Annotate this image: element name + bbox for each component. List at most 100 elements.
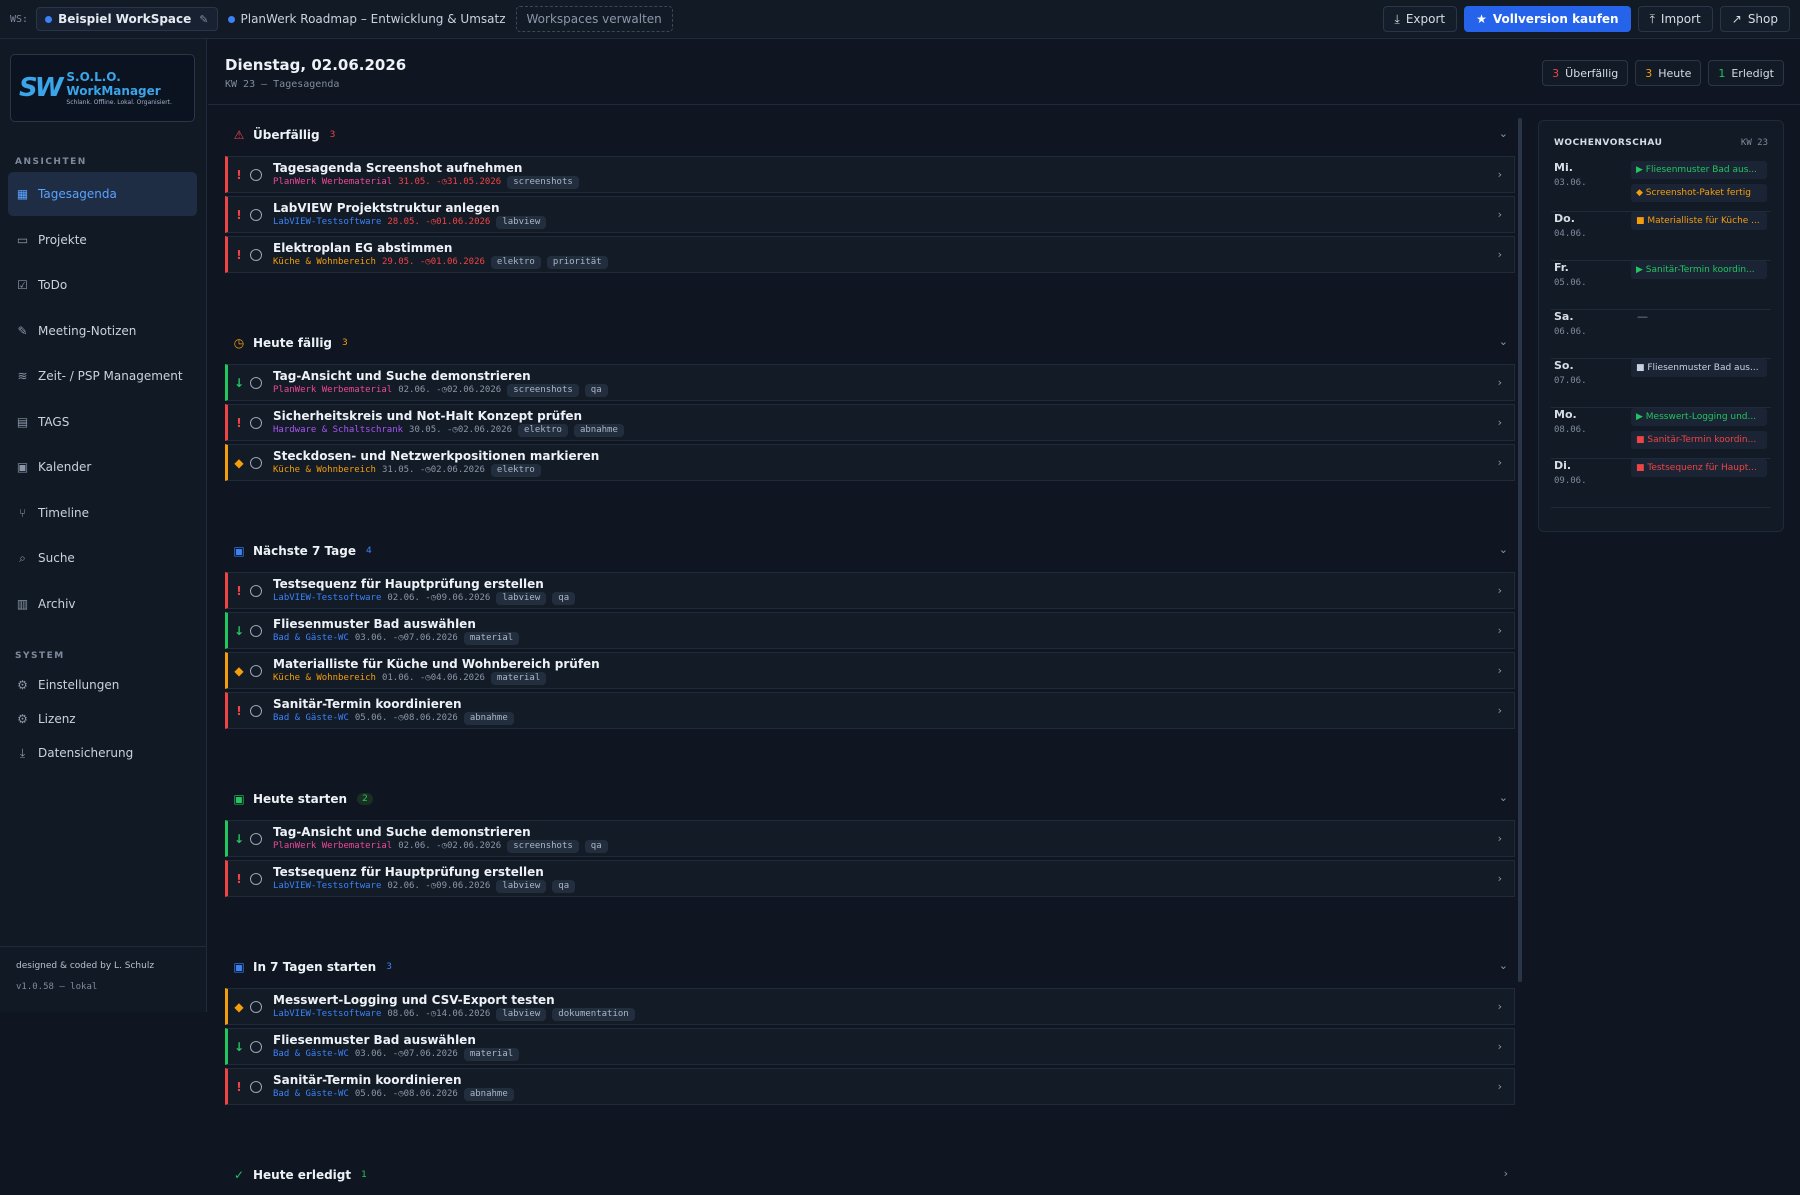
section-header[interactable]: ✓ Heute erledigt 1 › xyxy=(224,1155,1516,1195)
section-header[interactable]: ▣ In 7 Tagen starten 3 ⌄ xyxy=(224,947,1516,987)
task-project[interactable]: Bad & Gäste-WC xyxy=(273,632,349,644)
sidebar-item-meeting-notizen[interactable]: ✎ Meeting-Notizen xyxy=(8,309,197,353)
export-button[interactable]: ⤓ Export xyxy=(1382,6,1458,32)
workspace-project[interactable]: PlanWerk Roadmap – Entwicklung & Umsatz xyxy=(227,12,506,26)
task-row[interactable]: ! Sicherheitskreis und Not-Halt Konzept p… xyxy=(225,404,1515,441)
task-project[interactable]: LabVIEW-Testsoftware xyxy=(273,1008,381,1020)
week-event[interactable]: ◆ Screenshot-Paket fertig xyxy=(1631,184,1767,202)
chevron-right-icon[interactable]: › xyxy=(1498,1040,1502,1053)
task-project[interactable]: Küche & Wohnbereich xyxy=(273,256,376,268)
import-button[interactable]: ⤒ Import xyxy=(1637,6,1713,32)
task-project[interactable]: Küche & Wohnbereich xyxy=(273,672,376,684)
task-project[interactable]: Küche & Wohnbereich xyxy=(273,464,376,476)
task-tag[interactable]: material xyxy=(490,671,547,685)
task-tag[interactable]: elektro xyxy=(490,463,541,477)
task-tag[interactable]: labview xyxy=(496,879,547,893)
manage-workspaces-button[interactable]: Workspaces verwalten xyxy=(515,6,673,32)
task-project[interactable]: LabVIEW-Testsoftware xyxy=(273,592,381,604)
task-row[interactable]: ◆ Steckdosen- und Netzwerkpositionen mark… xyxy=(225,444,1515,481)
sidebar-item-tagesagenda[interactable]: ▦ Tagesagenda xyxy=(8,172,197,216)
week-event[interactable]: ▶ Messwert-Logging und... xyxy=(1631,408,1767,426)
chevron-right-icon[interactable]: › xyxy=(1498,208,1502,221)
week-day[interactable]: Fr. 05.06. ▶ Sanitär-Termin koordin... xyxy=(1551,261,1771,310)
task-checkbox[interactable] xyxy=(250,704,262,717)
task-checkbox[interactable] xyxy=(250,168,262,181)
sidebar-item-timeline[interactable]: ⑂ Timeline xyxy=(8,491,197,535)
task-row[interactable]: ◆ Materialliste für Küche und Wohnbereich… xyxy=(225,652,1515,689)
week-event[interactable]: ■ Fliesenmuster Bad aus... xyxy=(1631,359,1767,377)
task-checkbox[interactable] xyxy=(250,376,262,389)
sidebar-item-projekte[interactable]: ▭ Projekte xyxy=(8,218,197,262)
sidebar-item-archiv[interactable]: ▥ Archiv xyxy=(8,582,197,626)
stat-berfllig[interactable]: 3 Überfällig xyxy=(1542,60,1629,86)
week-event[interactable]: ■ Materialliste für Küche ... xyxy=(1631,212,1767,230)
chevron-down-icon[interactable]: ⌄ xyxy=(1499,959,1508,972)
section-header[interactable]: ▣ Nächste 7 Tage 4 ⌄ xyxy=(224,531,1516,571)
task-checkbox[interactable] xyxy=(250,1000,262,1013)
task-tag[interactable]: qa xyxy=(584,383,608,397)
week-event[interactable]: ■ Sanitär-Termin koordin... xyxy=(1631,431,1767,449)
task-checkbox[interactable] xyxy=(250,456,262,469)
buy-full-version-button[interactable]: ★ Vollversion kaufen xyxy=(1464,6,1631,32)
task-row[interactable]: ! Sanitär-Termin koordinieren Bad & Gäste-… xyxy=(225,692,1515,729)
task-checkbox[interactable] xyxy=(250,872,262,885)
shop-button[interactable]: ↗ Shop xyxy=(1719,6,1790,32)
task-tag[interactable]: abnahme xyxy=(463,1087,514,1101)
task-row[interactable]: ↓ Tag-Ansicht und Suche demonstrieren Plan… xyxy=(225,820,1515,857)
section-header[interactable]: ⚠ Überfällig 3 ⌄ xyxy=(224,115,1516,155)
chevron-right-icon[interactable]: › xyxy=(1498,168,1502,181)
chevron-right-icon[interactable]: › xyxy=(1498,584,1502,597)
task-row[interactable]: ◆ Messwert-Logging und CSV-Export testen L… xyxy=(225,988,1515,1025)
task-project[interactable]: Bad & Gäste-WC xyxy=(273,712,349,724)
task-row[interactable]: ↓ Fliesenmuster Bad auswählen Bad & Gäste-… xyxy=(225,1028,1515,1065)
week-day[interactable]: Di. 09.06. ■ Testsequenz für Haupt... xyxy=(1551,459,1771,508)
chevron-down-icon[interactable]: ⌄ xyxy=(1499,543,1508,556)
sidebar-item-todo[interactable]: ☑ ToDo xyxy=(8,263,197,307)
chevron-right-icon[interactable]: › xyxy=(1498,416,1502,429)
task-project[interactable]: Bad & Gäste-WC xyxy=(273,1048,349,1060)
chevron-down-icon[interactable]: ⌄ xyxy=(1499,791,1508,804)
task-row[interactable]: ! LabVIEW Projektstruktur anlegen LabVIEW-… xyxy=(225,196,1515,233)
task-tag[interactable]: elektro xyxy=(518,423,568,437)
task-checkbox[interactable] xyxy=(250,248,262,261)
workspace-selector[interactable]: Beispiel WorkSpace ✎ xyxy=(36,7,218,31)
task-tag[interactable]: priorität xyxy=(546,255,608,269)
chevron-right-icon[interactable]: › xyxy=(1498,872,1502,885)
pencil-icon[interactable]: ✎ xyxy=(199,13,208,26)
task-tag[interactable]: screenshots xyxy=(507,383,579,397)
task-checkbox[interactable] xyxy=(250,1040,262,1053)
task-checkbox[interactable] xyxy=(250,416,262,429)
chevron-down-icon[interactable]: ⌄ xyxy=(1499,335,1508,348)
task-tag[interactable]: labview xyxy=(496,215,547,229)
task-row[interactable]: ! Sanitär-Termin koordinieren Bad & Gäste-… xyxy=(225,1068,1515,1105)
task-tag[interactable]: abnahme xyxy=(573,423,624,437)
task-checkbox[interactable] xyxy=(250,832,262,845)
chevron-right-icon[interactable]: › xyxy=(1498,1000,1502,1013)
task-tag[interactable]: dokumentation xyxy=(552,1007,635,1021)
stat-heute[interactable]: 3 Heute xyxy=(1635,60,1702,86)
task-tag[interactable]: labview xyxy=(496,591,547,605)
chevron-right-icon[interactable]: › xyxy=(1498,376,1502,389)
task-tag[interactable]: qa xyxy=(584,839,608,853)
task-project[interactable]: PlanWerk Werbematerial xyxy=(273,840,392,852)
chevron-right-icon[interactable]: › xyxy=(1504,1167,1508,1180)
sidebar-item-tags[interactable]: ▤ TAGS xyxy=(8,400,197,444)
task-project[interactable]: LabVIEW-Testsoftware xyxy=(273,216,381,228)
task-row[interactable]: ↓ Fliesenmuster Bad auswählen Bad & Gäste-… xyxy=(225,612,1515,649)
task-tag[interactable]: abnahme xyxy=(463,711,514,725)
task-tag[interactable]: material xyxy=(463,1047,520,1061)
week-day[interactable]: So. 07.06. ■ Fliesenmuster Bad aus... xyxy=(1551,359,1771,408)
week-day[interactable]: Mi. 03.06. ▶ Fliesenmuster Bad aus... ◆ Scr… xyxy=(1551,161,1771,212)
task-checkbox[interactable] xyxy=(250,584,262,597)
stat-erledigt[interactable]: 1 Erledigt xyxy=(1708,60,1784,86)
section-header[interactable]: ▣ Heute starten 2 ⌄ xyxy=(224,779,1516,819)
task-checkbox[interactable] xyxy=(250,664,262,677)
week-day[interactable]: Do. 04.06. ■ Materialliste für Küche ... xyxy=(1551,212,1771,261)
week-event[interactable]: ▶ Fliesenmuster Bad aus... xyxy=(1631,161,1767,179)
task-tag[interactable]: qa xyxy=(552,591,576,605)
chevron-right-icon[interactable]: › xyxy=(1498,248,1502,261)
task-tag[interactable]: material xyxy=(463,631,520,645)
sidebar-item-suche[interactable]: ⌕ Suche xyxy=(8,536,197,580)
week-day[interactable]: Mo. 08.06. ▶ Messwert-Logging und... ■ Sani… xyxy=(1551,408,1771,459)
chevron-right-icon[interactable]: › xyxy=(1498,664,1502,677)
